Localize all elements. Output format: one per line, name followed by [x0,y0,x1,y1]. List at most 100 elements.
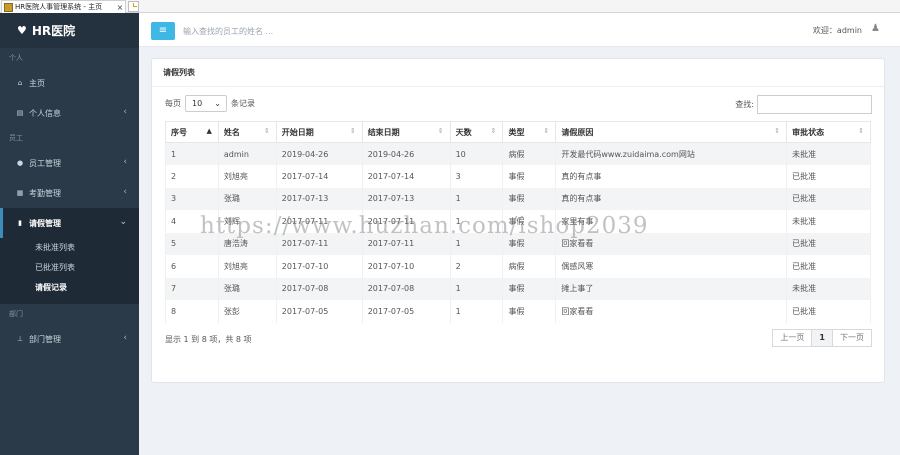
table-cell: 事假 [502,210,557,233]
table-cell: 2017-07-14 [361,165,451,188]
sitemap-icon: ⊥ [16,335,24,343]
table-body: 1 admin 2019-04-26 2019-04-26 10 病假 开发最代码www.z… [165,142,871,323]
table-cell: 刘旭亮 [217,165,277,188]
table-cell: 2017-07-11 [361,210,451,233]
sidebar-subitem-leave-records[interactable]: 请假记录 [0,278,139,298]
column-header[interactable]: 序号 ▲ [165,121,219,143]
sort-icon: ⇕ [774,127,781,135]
table-cell: 1 [449,300,504,323]
leave-submenu: 未批准列表 已批准列表 请假记录 [0,238,139,304]
table-cell: 1 [449,277,504,300]
table-cell: 刘辉 [217,210,277,233]
sidebar-item-label: 个人信息 [29,108,61,118]
table-cell: 已批准 [786,300,871,323]
table-cell: 病假 [502,255,557,278]
column-header-label: 类型 [508,127,525,137]
table-cell: 未批准 [786,210,871,233]
table-cell: 事假 [502,187,557,210]
sidebar-item-home[interactable]: ⌂ 主页 [0,68,139,98]
sidebar-item-label: 考勤管理 [29,188,61,198]
sidebar-item-profile[interactable]: ▤ 个人信息 ‹ [0,98,139,128]
table-cell: 1 [449,210,504,233]
table-cell: 8 [165,300,219,323]
browser-tab[interactable]: HR医院人事管理系统 - 主页 × [1,0,126,13]
sidebar-subitem-unapproved[interactable]: 未批准列表 [0,238,139,258]
table-cell: 事假 [502,165,557,188]
filter-input[interactable] [757,95,872,114]
chevron-left-icon: ‹ [123,107,127,117]
table-row[interactable]: 5 唐浩涛 2017-07-11 2017-07-11 1 事假 回家看看 已批准 [165,232,871,255]
column-header[interactable]: 开始日期 ⇕ [275,121,363,143]
column-header[interactable]: 姓名 ⇕ [217,121,277,143]
sidebar-item-departments[interactable]: ⊥ 部门管理 ‹ [0,324,139,354]
sidebar: ♥ HR医院 个人 ⌂ 主页 ▤ 个人信息 ‹ 员工 ● 员工管理 ‹ ▦ 考勤… [0,13,139,455]
table-row[interactable]: 3 张璐 2017-07-13 2017-07-13 1 事假 真的有点事 已批准 [165,187,871,210]
close-icon[interactable]: × [115,3,125,12]
chevron-left-icon: ‹ [123,333,127,343]
table-cell: 4 [165,210,219,233]
column-header[interactable]: 审批状态 ⇕ [786,121,871,143]
sort-icon: ⇕ [858,127,864,135]
table-cell: 回家看看 [555,232,788,255]
table-cell: 已批准 [786,232,871,255]
sort-icon: ⇕ [349,127,356,135]
leave-table: 序号 ▲ 姓名 ⇕ 开始日期 ⇕ 结束日期 ⇕ 天数 ⇕ 类型 ⇕ 请假原因 ⇕ 审批状态 ⇕ 1 admin 2… [165,121,871,323]
table-cell: 6 [165,255,219,278]
column-header-label: 序号 [171,127,187,137]
table-row[interactable]: 7 张璐 2017-07-08 2017-07-08 1 事假 摊上事了 未批准 [165,277,871,300]
employee-search-input[interactable] [183,22,483,40]
table-cell: 事假 [502,300,557,323]
table-cell: 1 [449,187,504,210]
sidebar-item-employees[interactable]: ● 员工管理 ‹ [0,148,139,178]
sidebar-item-label: 部门管理 [29,334,61,344]
top-header: ≡ 欢迎：admin ♟ [139,13,900,47]
column-header-label: 审批状态 [792,127,825,137]
column-header[interactable]: 请假原因 ⇕ [555,121,788,143]
section-label-department: 部门 [9,310,23,318]
brand-name: HR医院 [31,24,76,38]
next-page-button[interactable]: 下一页 [832,329,872,347]
table-row[interactable]: 8 张彭 2017-07-05 2017-07-05 1 事假 回家看看 已批准 [165,300,871,323]
sidebar-item-label: 员工管理 [29,158,61,168]
table-cell: 真的有点事 [555,165,788,188]
panel-title: 请假列表 [152,59,884,87]
table-row[interactable]: 4 刘辉 2017-07-11 2017-07-11 1 事假 家里有事 未批准 [165,210,871,233]
table-cell: 未批准 [786,142,871,165]
calendar-icon: ▦ [16,189,24,197]
sidebar-subitem-approved[interactable]: 已批准列表 [0,258,139,278]
sort-icon: ⇕ [490,127,497,135]
table-info: 显示 1 到 8 项，共 8 项 [165,335,252,344]
new-tab-icon[interactable] [128,1,139,12]
prev-page-button[interactable]: 上一页 [772,329,813,347]
column-header[interactable]: 类型 ⇕ [502,121,557,143]
brand-logo[interactable]: ♥ HR医院 [0,13,139,48]
page-1-button[interactable]: 1 [811,329,833,347]
table-cell: 5 [165,232,219,255]
page-length-select[interactable]: 10 ⌄ [185,95,227,112]
sidebar-item-leave[interactable]: ▮ 请假管理 ⌄ [0,208,139,238]
pagination: 上一页 1 下一页 [772,329,872,347]
table-cell: 已批准 [786,187,871,210]
sort-icon: ⇕ [543,127,550,135]
table-cell: 唐浩涛 [217,232,277,255]
user-menu-icon[interactable]: ♟ [871,23,880,34]
card-icon: ▤ [16,109,24,117]
sort-icon: ⇕ [263,127,270,135]
table-row[interactable]: 2 刘旭亮 2017-07-14 2017-07-14 3 事假 真的有点事 已批准 [165,165,871,188]
table-row[interactable]: 6 刘旭亮 2017-07-10 2017-07-10 2 病假 偶感风寒 已批准 [165,255,871,278]
sidebar-toggle-button[interactable]: ≡ [151,22,175,40]
table-cell: 2017-07-11 [275,232,363,255]
sidebar-item-attendance[interactable]: ▦ 考勤管理 ‹ [0,178,139,208]
table-cell: 事假 [502,232,557,255]
table-cell: 2017-07-11 [275,210,363,233]
home-icon: ⌂ [17,79,23,87]
table-cell: 张彭 [217,300,277,323]
column-header[interactable]: 天数 ⇕ [449,121,504,143]
table-cell: 2017-07-05 [361,300,451,323]
sort-asc-icon: ▲ [206,127,212,135]
column-header[interactable]: 结束日期 ⇕ [361,121,451,143]
table-cell: 病假 [502,142,557,165]
table-row[interactable]: 1 admin 2019-04-26 2019-04-26 10 病假 开发最代码www.z… [165,142,871,165]
table-cell: 3 [449,165,504,188]
table-cell: 事假 [502,277,557,300]
